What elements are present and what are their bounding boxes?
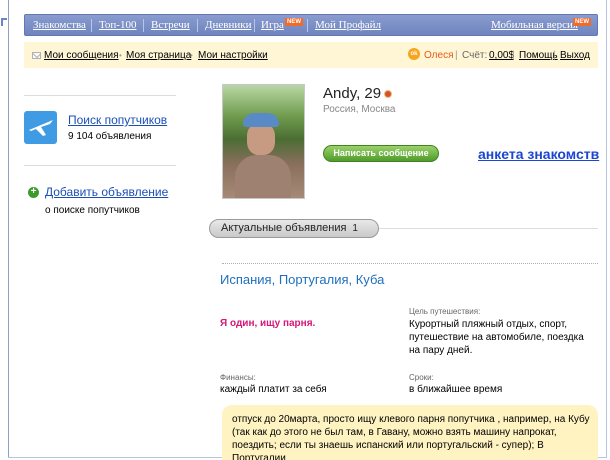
sidebar-divider — [24, 95, 176, 96]
bar-separator: | — [553, 50, 556, 61]
nav-my-profile[interactable]: Мой Профайл — [315, 19, 381, 31]
profile-photo[interactable] — [222, 84, 305, 199]
balance-label: Счёт: — [462, 50, 488, 61]
nav-separator — [254, 19, 255, 32]
tab-current-ads[interactable]: Актуальные объявления 1 — [209, 219, 379, 238]
user-toolbar: Мои сообщения • Моя страница • Мои настр… — [24, 42, 598, 68]
bullet-separator: • — [190, 51, 193, 60]
current-user-name[interactable]: Олеся — [424, 50, 453, 61]
nav-dating[interactable]: Знакомства — [33, 19, 86, 31]
ad-companion-status: Я один, ищу парня. — [220, 318, 316, 329]
profile-location: Россия, Москва — [323, 104, 396, 115]
ad-description-text: отпуск до 20марта, просто ищу клевого па… — [232, 414, 590, 460]
bullet-separator: • — [119, 51, 122, 60]
goal-value: Курортный пляжный отдых, спорт, путешест… — [409, 319, 584, 356]
user-status-icon: ok — [408, 48, 420, 60]
my-messages-link[interactable]: Мои сообщения — [44, 50, 119, 61]
add-ad-link[interactable]: Добавить объявление — [45, 185, 168, 199]
bar-separator: | — [455, 50, 458, 61]
envelope-icon — [32, 52, 41, 59]
new-badge: NEW — [573, 18, 591, 26]
sidebar-divider — [24, 165, 176, 166]
airplane-icon[interactable] — [24, 111, 57, 144]
logout-link[interactable]: Выход — [560, 50, 590, 61]
dotted-divider — [222, 263, 598, 264]
ad-description-box: отпуск до 20марта, просто ищу клевого па… — [222, 405, 598, 460]
write-message-button[interactable]: Написать сообщение — [323, 145, 439, 162]
ads-count-text: 9 104 объявления — [68, 131, 152, 142]
nav-game[interactable]: Игра — [261, 19, 284, 31]
finance-value: каждый платит за себя — [220, 384, 327, 395]
page-frame-left — [8, 0, 9, 458]
nav-meetings[interactable]: Встречи — [151, 19, 190, 31]
dating-profile-link[interactable]: анкета знакомств — [478, 146, 599, 162]
tab-count: 1 — [352, 223, 358, 234]
top-navigation: Знакомства Топ-100 Встречи Дневники Игра… — [24, 14, 598, 36]
search-companions-link[interactable]: Поиск попутчиков — [68, 113, 167, 127]
ad-destination-title: Испания, Португалия, Куба — [220, 272, 385, 287]
new-badge: NEW — [285, 18, 303, 26]
nav-separator — [143, 19, 144, 32]
nav-separator — [307, 19, 308, 32]
finance-label: Финансы: — [220, 373, 256, 382]
terms-value: в ближайшее время — [409, 384, 503, 395]
plus-icon[interactable]: + — [28, 187, 39, 198]
nav-diaries[interactable]: Дневники — [205, 19, 251, 31]
page-frame-right — [606, 0, 607, 458]
profile-name-age: Andy, 29 — [323, 85, 382, 102]
my-settings-link[interactable]: Мои настройки — [198, 50, 268, 61]
frame-corner-mark — [1, 18, 7, 26]
nav-top100[interactable]: Топ-100 — [99, 19, 136, 31]
my-page-link[interactable]: Моя страница — [126, 50, 191, 61]
nav-mobile-version[interactable]: Мобильная версия — [491, 19, 578, 31]
help-link[interactable]: Помощь — [519, 50, 558, 61]
nav-separator — [197, 19, 198, 32]
nav-separator — [91, 19, 92, 32]
tab-label: Актуальные объявления — [221, 222, 347, 234]
balance-value-link[interactable]: 0,00$ — [489, 50, 514, 61]
goal-label: Цель путешествия: — [409, 307, 481, 316]
terms-label: Сроки: — [409, 373, 434, 382]
zodiac-sun-icon — [384, 90, 392, 98]
add-ad-subtitle: о поиске попутчиков — [45, 205, 140, 216]
bar-separator: | — [512, 50, 515, 61]
